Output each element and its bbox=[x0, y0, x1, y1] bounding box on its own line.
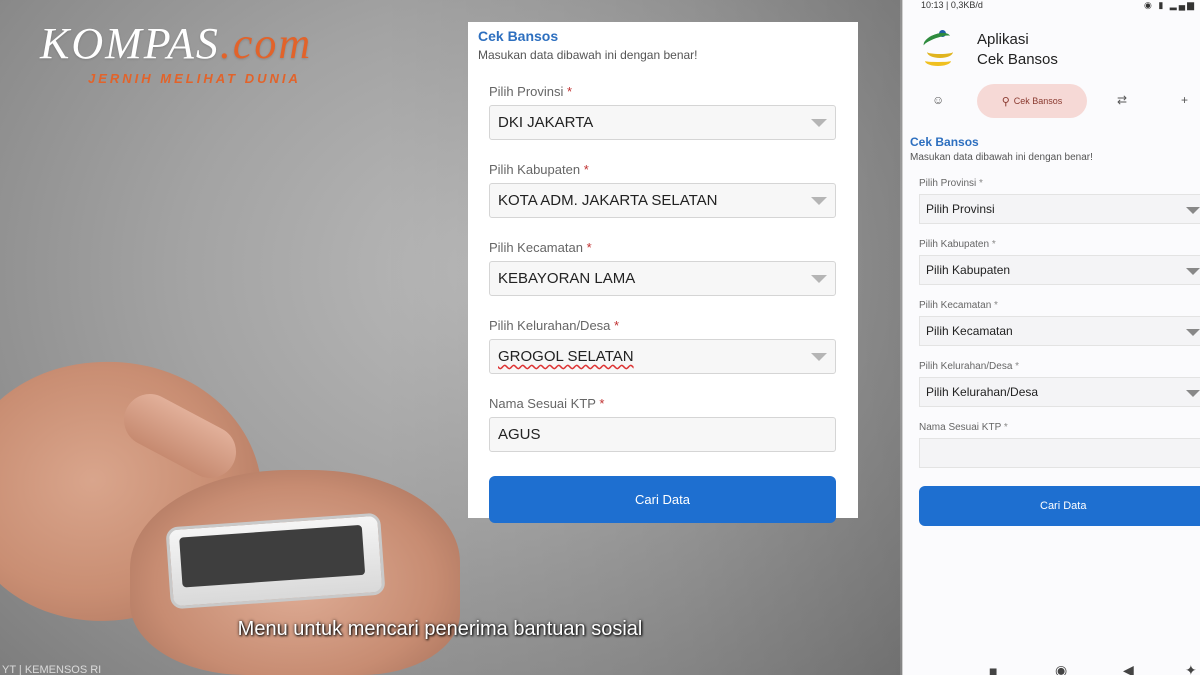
logo-tagline: JERNIH MELIHAT DUNIA bbox=[88, 71, 301, 86]
square-nav-icon[interactable]: ■ bbox=[989, 663, 997, 675]
required-mark: * bbox=[614, 318, 620, 333]
required-mark: * bbox=[586, 240, 592, 255]
phone-nama-ktp-input[interactable] bbox=[919, 438, 1200, 468]
logo-brand: KOMPAS bbox=[40, 19, 220, 68]
phone-kecamatan-field: Pilih Kecamatan * Pilih Kecamatan bbox=[919, 300, 1200, 346]
dropdown-arrow-icon bbox=[811, 275, 827, 283]
required-mark: * bbox=[991, 239, 996, 250]
dropdown-arrow-icon bbox=[1186, 329, 1200, 336]
dropdown-arrow-icon bbox=[1186, 268, 1200, 275]
dropdown-arrow-icon bbox=[1186, 207, 1200, 214]
required-mark: * bbox=[583, 162, 589, 177]
status-icons: ◉ ▮ ▂▄▆ bbox=[1143, 0, 1196, 10]
active-tab-label: Cek Bansos bbox=[1013, 96, 1063, 106]
phone-form-subtitle: Masukan data dibawah ini dengan benar! bbox=[910, 152, 1093, 163]
tab-bar: ☺ ⚲ Cek Bansos ⇄ + bbox=[903, 84, 1200, 118]
phone-kabupaten-field: Pilih Kabupaten * Pilih Kabupaten bbox=[919, 239, 1200, 285]
person-search-icon: ⚲ bbox=[1001, 95, 1010, 108]
kompas-logo: KOMPAS.com JERNIH MELIHAT DUNIA bbox=[40, 18, 312, 86]
accessibility-nav-icon[interactable]: ✦ bbox=[1185, 662, 1197, 675]
phone-provinsi-value: Pilih Provinsi bbox=[926, 202, 995, 216]
phone-kecamatan-value: Pilih Kecamatan bbox=[926, 324, 1013, 338]
phone-cari-data-button[interactable]: Cari Data bbox=[919, 486, 1200, 526]
tab-cek-bansos[interactable]: ⚲ Cek Bansos bbox=[977, 84, 1087, 118]
kecamatan-label: Pilih Kecamatan bbox=[489, 240, 583, 255]
dropdown-arrow-icon bbox=[1186, 390, 1200, 397]
circle-nav-icon[interactable]: ◉ bbox=[1055, 662, 1067, 675]
phone-nama-ktp-field: Nama Sesuai KTP * bbox=[919, 422, 1200, 468]
required-mark: * bbox=[994, 300, 998, 311]
provinsi-label: Pilih Provinsi bbox=[489, 84, 564, 99]
android-nav-bar: ■ ◉ ◀ ✦ bbox=[903, 657, 1200, 675]
phone-provinsi-field: Pilih Provinsi * Pilih Provinsi bbox=[919, 178, 1200, 224]
phone-kabupaten-select[interactable]: Pilih Kabupaten bbox=[919, 255, 1200, 285]
status-bar: 10:13 | 0,3KB/d ◉ ▮ ▂▄▆ bbox=[903, 0, 1200, 12]
swap-icon[interactable]: ⇄ bbox=[1117, 93, 1127, 107]
app-name: Aplikasi Cek Bansos bbox=[977, 30, 1058, 70]
provinsi-field: Pilih Provinsi * DKI JAKARTA bbox=[489, 84, 836, 140]
phone-provinsi-label: Pilih Provinsi bbox=[919, 178, 977, 189]
required-mark: * bbox=[979, 178, 983, 189]
kabupaten-field: Pilih Kabupaten * KOTA ADM. JAKARTA SELA… bbox=[489, 162, 836, 218]
bansos-app-logo bbox=[921, 29, 957, 70]
kelurahan-select[interactable]: GROGOL SELATAN bbox=[489, 339, 836, 374]
phone-kelurahan-select[interactable]: Pilih Kelurahan/Desa bbox=[919, 377, 1200, 407]
phone-nama-ktp-label: Nama Sesuai KTP bbox=[919, 422, 1002, 433]
phone-form-title: Cek Bansos bbox=[910, 135, 979, 149]
video-caption: Menu untuk mencari penerima bantuan sosi… bbox=[237, 618, 643, 640]
app-name-line2: Cek Bansos bbox=[977, 51, 1058, 68]
app-header: Aplikasi Cek Bansos bbox=[921, 29, 1200, 70]
required-mark: * bbox=[567, 84, 573, 99]
dropdown-arrow-icon bbox=[811, 353, 827, 361]
phone-kecamatan-label: Pilih Kecamatan bbox=[919, 300, 992, 311]
required-mark: * bbox=[599, 396, 605, 411]
phone-kelurahan-field: Pilih Kelurahan/Desa * Pilih Kelurahan/D… bbox=[919, 361, 1200, 407]
back-nav-icon[interactable]: ◀ bbox=[1123, 662, 1134, 675]
kelurahan-label: Pilih Kelurahan/Desa bbox=[489, 318, 611, 333]
required-mark: * bbox=[1003, 422, 1008, 433]
provinsi-select[interactable]: DKI JAKARTA bbox=[489, 105, 836, 140]
phone-provinsi-select[interactable]: Pilih Provinsi bbox=[919, 194, 1200, 224]
required-mark: * bbox=[1015, 361, 1020, 372]
phone-kabupaten-label: Pilih Kabupaten bbox=[919, 239, 990, 250]
nama-ktp-value: AGUS bbox=[498, 426, 541, 443]
form-title: Cek Bansos bbox=[478, 28, 559, 44]
kecamatan-select[interactable]: KEBAYORAN LAMA bbox=[489, 261, 836, 296]
cek-bansos-form: Cek Bansos Masukan data dibawah ini deng… bbox=[468, 22, 858, 523]
phone-kelurahan-value: Pilih Kelurahan/Desa bbox=[926, 385, 1039, 399]
kabupaten-select[interactable]: KOTA ADM. JAKARTA SELATAN bbox=[489, 183, 836, 218]
profile-icon[interactable]: ☺ bbox=[932, 93, 944, 107]
kabupaten-value: KOTA ADM. JAKARTA SELATAN bbox=[498, 192, 718, 209]
phone-kecamatan-select[interactable]: Pilih Kecamatan bbox=[919, 316, 1200, 346]
logo-domain: .com bbox=[219, 19, 313, 68]
provinsi-value: DKI JAKARTA bbox=[498, 114, 594, 131]
add-person-icon[interactable]: + bbox=[1181, 93, 1188, 107]
kelurahan-value: GROGOL SELATAN bbox=[498, 348, 634, 365]
held-phone bbox=[165, 512, 386, 610]
kelurahan-field: Pilih Kelurahan/Desa * GROGOL SELATAN bbox=[489, 318, 836, 374]
status-time: 10:13 | 0,3KB/d bbox=[921, 0, 983, 10]
cari-data-button[interactable]: Cari Data bbox=[489, 476, 836, 523]
nama-ktp-field: Nama Sesuai KTP * AGUS bbox=[489, 396, 836, 452]
dropdown-arrow-icon bbox=[811, 119, 827, 127]
video-watermark: YT | KEMENSOS RI bbox=[2, 664, 102, 675]
nama-ktp-label: Nama Sesuai KTP bbox=[489, 396, 596, 411]
phone-kelurahan-label: Pilih Kelurahan/Desa bbox=[919, 361, 1013, 372]
phone-kabupaten-value: Pilih Kabupaten bbox=[926, 263, 1011, 277]
dropdown-arrow-icon bbox=[811, 197, 827, 205]
kecamatan-value: KEBAYORAN LAMA bbox=[498, 270, 636, 287]
nama-ktp-input[interactable]: AGUS bbox=[489, 417, 836, 452]
app-name-line1: Aplikasi bbox=[977, 31, 1029, 48]
kabupaten-label: Pilih Kabupaten bbox=[489, 162, 581, 177]
phone-screen: 10:13 | 0,3KB/d ◉ ▮ ▂▄▆ Aplikasi Cek Ban… bbox=[902, 0, 1200, 675]
kecamatan-field: Pilih Kecamatan * KEBAYORAN LAMA bbox=[489, 240, 836, 296]
form-subtitle: Masukan data dibawah ini dengan benar! bbox=[478, 48, 698, 62]
